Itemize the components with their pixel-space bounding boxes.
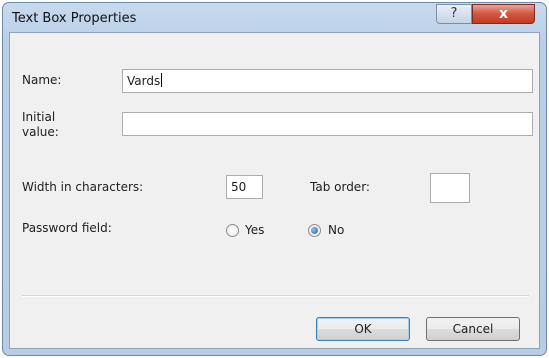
dialog-title: Text Box Properties <box>12 11 137 26</box>
width-in-characters-field[interactable]: 50 <box>226 175 263 199</box>
cancel-button-label: Cancel <box>452 322 494 336</box>
password-yes-label[interactable]: Yes <box>245 223 264 237</box>
title-bar[interactable]: Text Box Properties ? x <box>3 3 546 31</box>
button-separator <box>22 295 529 297</box>
initial-value-label-line2: value: <box>22 125 59 139</box>
width-in-characters-label: Width in characters: <box>22 180 144 194</box>
cancel-button[interactable]: Cancel <box>426 317 520 341</box>
name-label: Name: <box>22 73 62 87</box>
close-icon: x <box>498 6 509 22</box>
ok-button-label: OK <box>354 322 372 336</box>
help-button[interactable]: ? <box>436 4 472 24</box>
help-icon: ? <box>450 6 458 21</box>
dialog-body: Name: Vards Initial value: Width in char… <box>9 32 540 349</box>
dialog-window: Text Box Properties ? x Name: Vards Init… <box>2 2 547 356</box>
tab-order-field[interactable] <box>430 173 470 203</box>
password-field-label: Password field: <box>22 221 112 235</box>
tab-order-label: Tab order: <box>310 180 370 194</box>
width-in-characters-value: 50 <box>231 180 247 194</box>
password-no-radio[interactable] <box>308 224 321 237</box>
password-yes-radio[interactable] <box>226 224 239 237</box>
text-caret <box>161 73 163 87</box>
close-button[interactable]: x <box>472 4 535 24</box>
name-field-value: Vards <box>127 74 161 88</box>
password-no-label[interactable]: No <box>328 223 344 237</box>
initial-value-label-line1: Initial <box>22 110 56 124</box>
initial-value-field[interactable] <box>122 112 533 136</box>
name-field[interactable]: Vards <box>122 69 533 93</box>
ok-button[interactable]: OK <box>316 317 410 341</box>
